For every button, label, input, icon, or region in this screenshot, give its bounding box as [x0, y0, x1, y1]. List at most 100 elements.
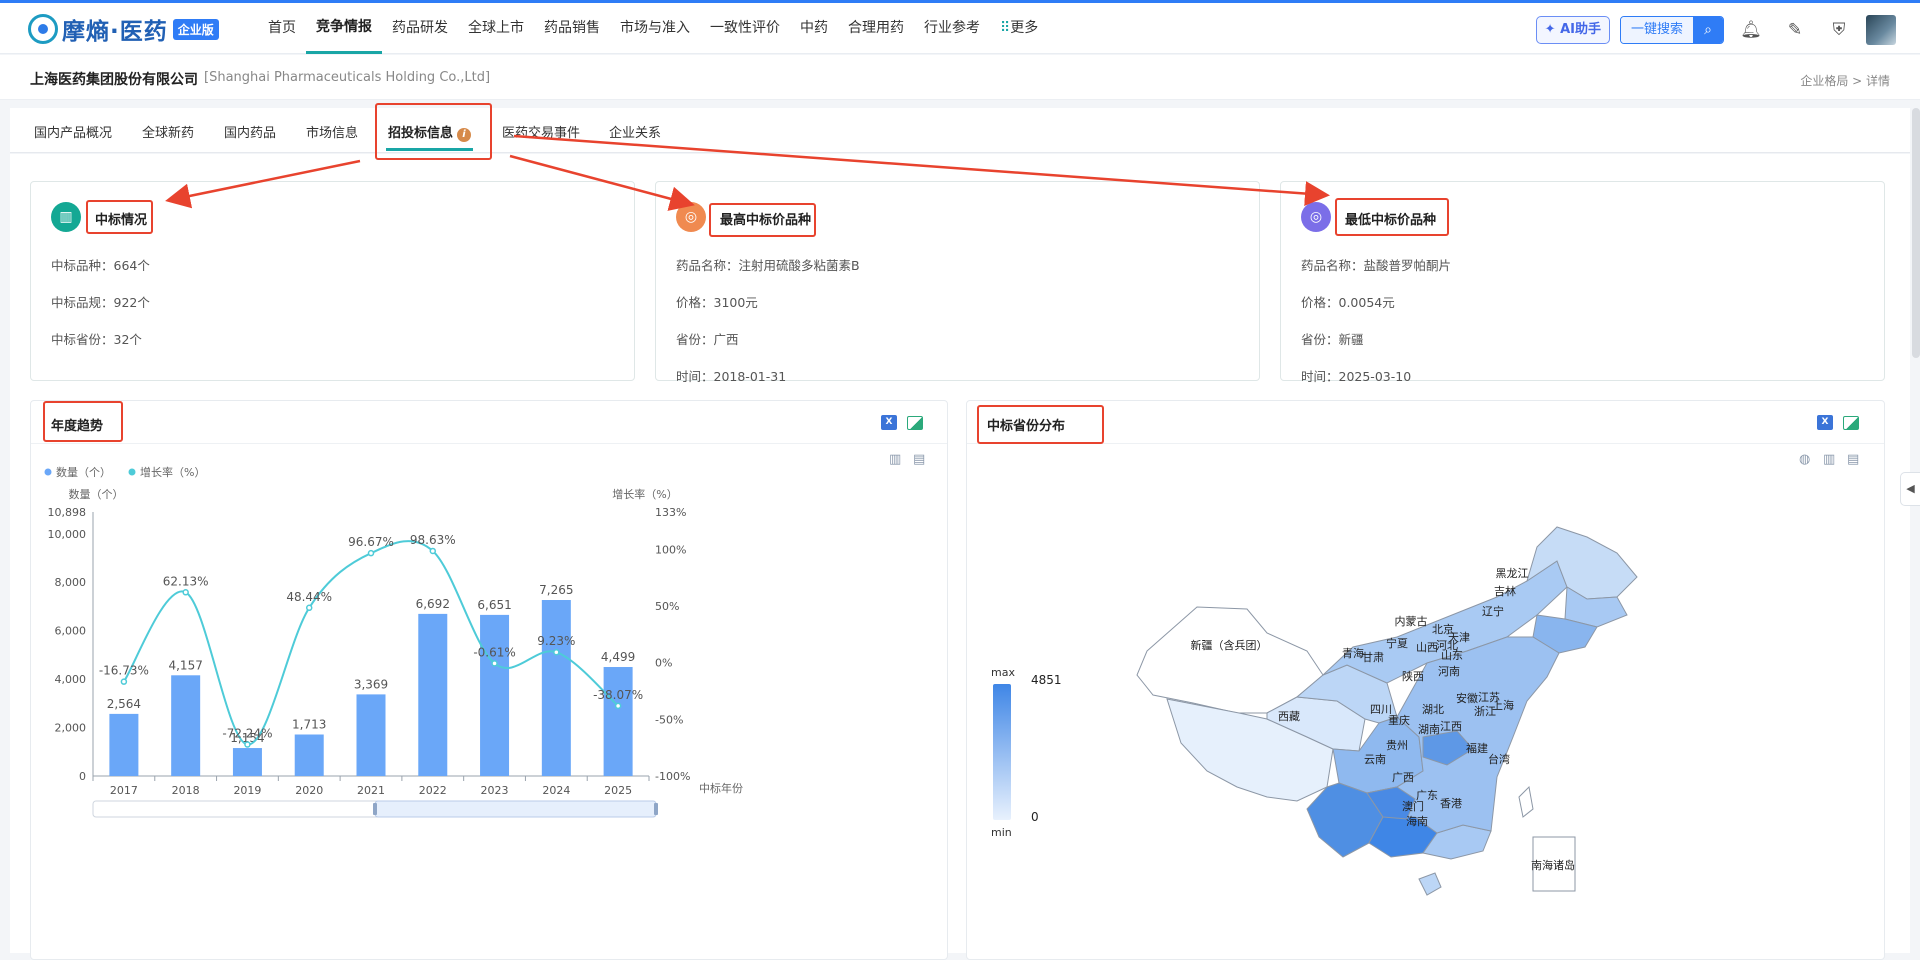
ai-button-label: AI助手: [1560, 22, 1601, 37]
top-navigation-bar: 摩熵·医药 企业版 首页 竞争情报 药品研发 全球上市 药品销售 市场与准入 一…: [0, 0, 1920, 54]
bar-2024: [541, 600, 571, 776]
tab-deal-events[interactable]: 医药交易事件: [502, 122, 580, 141]
legend-bar-swatch: [44, 468, 52, 476]
tab-domestic-drugs[interactable]: 国内药品: [224, 122, 276, 141]
bar-2020: [294, 734, 324, 776]
growth-value-label: 62.13%: [163, 574, 209, 588]
main-content: ▥ 中标情况 中标品种：664个 中标品规：922个 中标省份：32个 ◎ 最高…: [10, 154, 1910, 960]
building-icon: ▥: [51, 202, 81, 232]
image-export-icon[interactable]: [907, 416, 923, 430]
growth-point-2019: [244, 741, 251, 748]
growth-point-2020: [305, 604, 313, 612]
province-label: 云南: [1364, 753, 1386, 766]
excel-export-icon[interactable]: X: [881, 415, 897, 430]
page-scrollbar[interactable]: [1912, 108, 1920, 358]
region-taiwan[interactable]: [1518, 785, 1534, 818]
x-tick-label: 2018: [172, 784, 200, 797]
province-label: 湖北: [1422, 703, 1444, 716]
highest-date: 时间：2018-01-31: [676, 369, 787, 384]
company-name-en: [Shanghai Pharmaceuticals Holding Co.,Lt…: [204, 70, 491, 85]
growth-value-label: 9.23%: [537, 634, 575, 648]
nav-item-drug-rd[interactable]: 药品研发: [382, 3, 458, 54]
data-zoom-handle-right[interactable]: [654, 803, 658, 815]
bar-value-label: 4,157: [168, 658, 202, 672]
visual-map-max-label: max: [991, 666, 1015, 679]
province-label: 陕西: [1402, 669, 1424, 683]
growth-point-2024: [553, 648, 560, 656]
excel-export-icon[interactable]: X: [1817, 415, 1833, 430]
bar-value-label: 3,369: [354, 677, 388, 691]
visual-map-bar[interactable]: [993, 684, 1011, 820]
grid-dots-icon: ⠿: [1000, 20, 1011, 36]
nav-item-industry-ref[interactable]: 行业参考: [914, 3, 990, 54]
bid-varieties: 中标品种：664个: [51, 258, 150, 273]
breadcrumb[interactable]: 企业格局 > 详情: [1800, 72, 1890, 89]
one-click-search-button[interactable]: 一键搜索 ⌕: [1619, 16, 1724, 44]
avatar[interactable]: [1866, 15, 1896, 45]
company-tabs: 国内产品概况 全球新药 国内药品 市场信息 招投标信息 i 医药交易事件 企业关系: [10, 108, 1910, 153]
y-tick-label: 4,000: [55, 673, 87, 686]
region-hainan[interactable]: [1418, 872, 1442, 896]
province-map-chart: max min 4851 0 新疆（含兵团）黑龙江吉林辽宁内蒙古北京天津河北山西…: [991, 526, 1638, 896]
province-label: 内蒙古: [1395, 614, 1428, 628]
growth-value-label: 96.67%: [348, 535, 394, 549]
visual-map-min-value: 0: [1031, 810, 1039, 824]
tab-domestic-overview[interactable]: 国内产品概况: [34, 122, 112, 141]
price-tag-icon: ◎: [676, 202, 706, 232]
tab-market-info[interactable]: 市场信息: [306, 122, 358, 141]
bar-2018: [171, 675, 201, 776]
annotation-box-highest: [709, 203, 816, 237]
nav-item-global-launch[interactable]: 全球上市: [458, 3, 534, 54]
nav-item-home[interactable]: 首页: [258, 3, 306, 54]
annotation-box-province: [977, 405, 1104, 444]
data-zoom-selection[interactable]: [374, 800, 657, 818]
growth-point-2021: [367, 549, 375, 557]
y-axis-title: 数量（个）: [69, 488, 124, 501]
annotation-box-annual-trend: [43, 401, 123, 442]
nav-item-more[interactable]: ⠿更多: [990, 3, 1048, 54]
visual-map-max-value: 4851: [1031, 673, 1062, 687]
company-header: 上海医药集团股份有限公司 [Shanghai Pharmaceuticals H…: [0, 55, 1920, 100]
nav-item-consistency[interactable]: 一致性评价: [700, 3, 790, 54]
feedback-icon[interactable]: ✎: [1778, 15, 1812, 45]
growth-point-2018: [182, 589, 189, 596]
ai-assistant-button[interactable]: ✦ AI助手: [1535, 16, 1610, 44]
tab-global-new-drugs[interactable]: 全球新药: [142, 122, 194, 141]
province-label: 辽宁: [1482, 604, 1504, 618]
growth-value-label: -38.07%: [593, 688, 643, 702]
nav-item-drug-sales[interactable]: 药品销售: [534, 3, 610, 54]
province-label: 山西: [1416, 641, 1438, 654]
shield-icon[interactable]: ⛨: [1822, 15, 1856, 45]
annual-trend-chart: 数量（个） 增长率（%） 数量（个） 增长率（%） 中标年份 10,898 10,000 8,…: [44, 465, 743, 818]
image-export-icon[interactable]: [1843, 416, 1859, 430]
growth-value-label: 98.63%: [410, 533, 456, 547]
province-label: 湖南: [1418, 723, 1440, 736]
x-tick-label: 2023: [481, 784, 509, 797]
main-nav: 首页 竞争情报 药品研发 全球上市 药品销售 市场与准入 一致性评价 中药 合理…: [258, 3, 1048, 54]
region-xinjiang[interactable]: [1136, 606, 1324, 714]
app-logo[interactable]: 摩熵·医药 企业版: [28, 11, 219, 47]
nav-item-market-access[interactable]: 市场与准入: [610, 3, 700, 54]
province-label: 浙江: [1474, 705, 1496, 718]
data-zoom-handle-left[interactable]: [373, 803, 377, 815]
nav-item-tcm[interactable]: 中药: [790, 3, 838, 54]
bar-value-label: 7,265: [539, 583, 573, 597]
nav-item-rational-use[interactable]: 合理用药: [838, 3, 914, 54]
bar-2023: [480, 614, 510, 776]
province-label: 海南: [1406, 814, 1428, 828]
tab-company-relations[interactable]: 企业关系: [609, 122, 661, 141]
search-icon: ⌕: [1693, 17, 1723, 43]
collapse-side-panel-button[interactable]: ◀: [1900, 472, 1920, 506]
bell-icon[interactable]: 🔔︎: [1734, 15, 1768, 45]
bar-value-label: 2,564: [107, 697, 141, 711]
nav-item-competitive-intel[interactable]: 竞争情报: [306, 3, 382, 54]
lowest-province: 省份：新疆: [1301, 332, 1364, 347]
bar-2017: [109, 713, 139, 776]
province-label: 南海诸岛: [1531, 858, 1575, 872]
province-label: 黑龙江: [1496, 567, 1529, 580]
province-label: 香港: [1440, 797, 1462, 810]
visual-map-min-label: min: [991, 826, 1012, 839]
bar-2022: [418, 613, 448, 776]
x-tick-label: 2019: [233, 784, 261, 797]
x-tick-label: 2020: [295, 784, 323, 797]
